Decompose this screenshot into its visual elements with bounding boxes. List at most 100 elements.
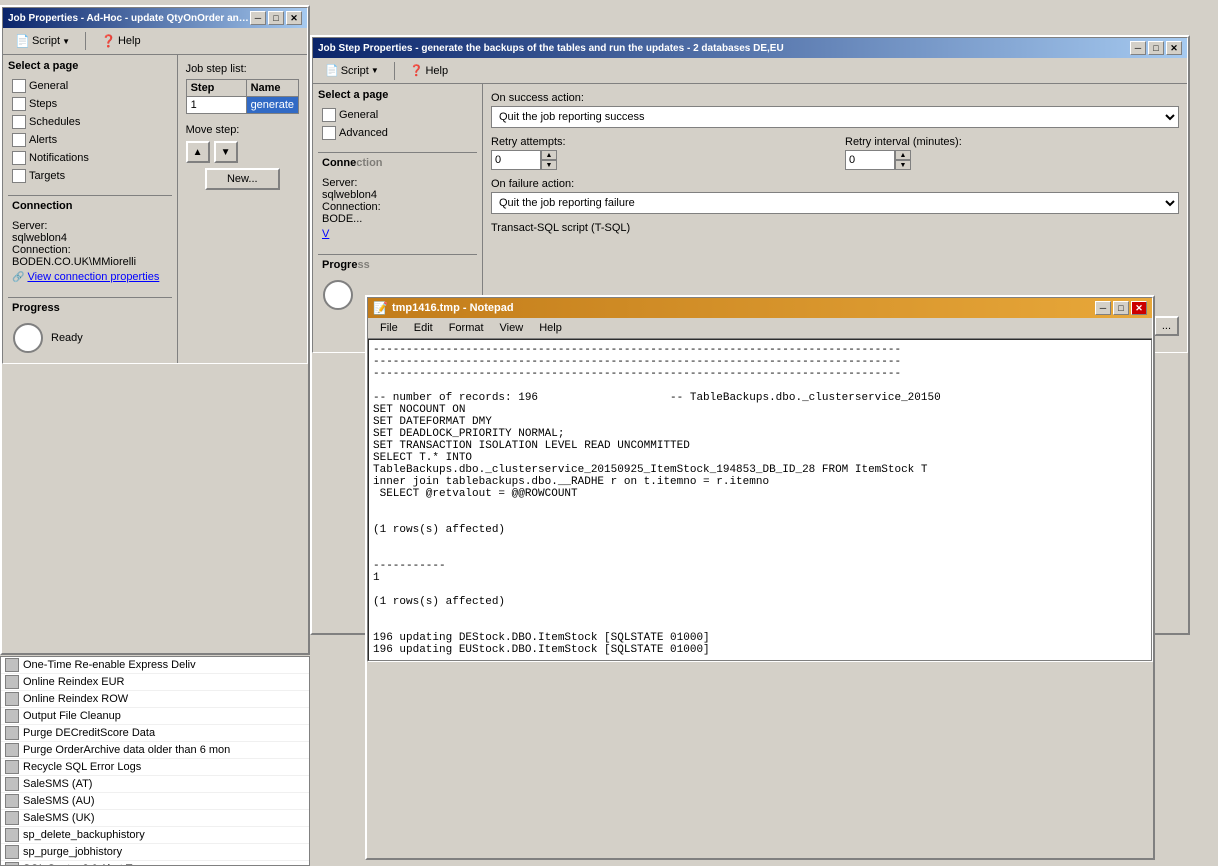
move-down-button[interactable]: ▼ [214, 141, 238, 163]
step-connection-info: Server: sqlweblon4 Connection: BODE... V [318, 173, 477, 244]
job-step-title-buttons: ─ □ ✕ [1130, 41, 1182, 55]
list-item-6[interactable]: Recycle SQL Error Logs [1, 759, 309, 776]
notepad-menu-help[interactable]: Help [531, 320, 570, 336]
retry-interval-down[interactable]: ▼ [895, 160, 911, 170]
retry-row: Retry attempts: 0 ▲ ▼ Retry interval (mi… [491, 136, 1179, 170]
sidebar-item-targets[interactable]: Targets [8, 167, 172, 185]
job-props-title-buttons: ─ □ ✕ [250, 11, 302, 25]
bottom-list: One-Time Re-enable Express Deliv Online … [0, 656, 310, 866]
retry-attempts-spinner-btns: ▲ ▼ [541, 150, 557, 170]
sidebar-item-general[interactable]: General [8, 77, 172, 95]
step-progress-header: Progress [318, 254, 477, 275]
list-item-11[interactable]: sp_purge_jobhistory [1, 844, 309, 861]
retry-attempts-down[interactable]: ▼ [541, 160, 557, 170]
step-sidebar-general[interactable]: General [318, 106, 477, 124]
list-item-12[interactable]: SQL Sentry 2.0 Alert Trap [1, 861, 309, 866]
list-item-7[interactable]: SaleSMS (AT) [1, 776, 309, 793]
progress-indicator [13, 323, 43, 353]
move-step-buttons: ▲ ▼ [186, 141, 299, 163]
job-props-right-content: Job step list: Step Name 1 generate Move… [178, 55, 307, 363]
list-item-8[interactable]: SaleSMS (AU) [1, 793, 309, 810]
step-row-1[interactable]: 1 generate [186, 97, 299, 114]
step-col-step-header: Step [187, 80, 247, 96]
list-item-icon-12 [5, 862, 19, 866]
list-item-4[interactable]: Purge DECreditScore Data [1, 725, 309, 742]
step-general-icon [322, 108, 336, 122]
connection-section-header: Connection [8, 195, 172, 216]
job-props-close[interactable]: ✕ [286, 11, 302, 25]
move-step-label: Move step: [186, 124, 299, 136]
job-step-close[interactable]: ✕ [1166, 41, 1182, 55]
job-step-minimize[interactable]: ─ [1130, 41, 1146, 55]
job-step-script-button[interactable]: 📄 Script ▼ [318, 61, 386, 80]
job-props-minimize[interactable]: ─ [250, 11, 266, 25]
list-item-icon-3 [5, 709, 19, 723]
step-list-header: Step Name [186, 79, 299, 97]
step-view-connection-link[interactable]: V [322, 228, 329, 240]
job-props-script-button[interactable]: 📄 Script ▼ [8, 31, 77, 51]
progress-status: Ready [51, 332, 83, 344]
step-sidebar-advanced[interactable]: Advanced [318, 124, 477, 142]
list-item-icon-5 [5, 743, 19, 757]
list-item-icon-6 [5, 760, 19, 774]
job-step-help-button[interactable]: ❓ Help [403, 61, 455, 80]
on-success-label: On success action: [491, 92, 1179, 104]
on-success-group: On success action: Quit the job reportin… [491, 92, 1179, 128]
notepad-menu-file[interactable]: File [372, 320, 406, 336]
retry-interval-spinner-btns: ▲ ▼ [895, 150, 911, 170]
on-failure-group: On failure action: Quit the job reportin… [491, 178, 1179, 214]
list-item-9[interactable]: SaleSMS (UK) [1, 810, 309, 827]
sidebar-item-steps[interactable]: Steps [8, 95, 172, 113]
retry-attempts-spinner: 0 ▲ ▼ [491, 150, 825, 170]
list-item-icon-1 [5, 675, 19, 689]
list-item-icon-10 [5, 828, 19, 842]
new-step-button[interactable]: New... [205, 168, 280, 190]
list-item-icon-7 [5, 777, 19, 791]
list-item-2[interactable]: Online Reindex ROW [1, 691, 309, 708]
notepad-menu-format[interactable]: Format [441, 320, 492, 336]
list-item-0[interactable]: One-Time Re-enable Express Deliv [1, 657, 309, 674]
list-item-5[interactable]: Purge OrderArchive data older than 6 mon [1, 742, 309, 759]
on-success-select[interactable]: Quit the job reporting success [491, 106, 1179, 128]
job-props-window: Job Properties - Ad-Hoc - update QtyOnOr… [0, 5, 310, 655]
general-icon [12, 79, 26, 93]
retry-attempts-up[interactable]: ▲ [541, 150, 557, 160]
connection-info: Server: sqlweblon4 Connection: BODEN.CO.… [8, 216, 172, 287]
notepad-menu-view[interactable]: View [492, 320, 532, 336]
job-props-help-button[interactable]: ❓ Help [94, 31, 148, 51]
output-file-browse[interactable]: ... [1154, 316, 1179, 336]
steps-icon [12, 97, 26, 111]
notepad-close[interactable]: ✕ [1131, 301, 1147, 315]
view-connection-link[interactable]: View connection properties [27, 271, 159, 283]
on-failure-select[interactable]: Quit the job reporting failure [491, 192, 1179, 214]
notepad-minimize[interactable]: ─ [1095, 301, 1111, 315]
job-props-sidebar: Select a page General Steps Schedules Al… [3, 55, 178, 363]
list-item-icon-2 [5, 692, 19, 706]
list-item-3[interactable]: Output File Cleanup [1, 708, 309, 725]
connection-label: Connection: [12, 244, 168, 256]
step-conn-label: Connection: [322, 201, 473, 213]
sidebar-item-schedules[interactable]: Schedules [8, 113, 172, 131]
list-item-icon-9 [5, 811, 19, 825]
retry-interval-up[interactable]: ▲ [895, 150, 911, 160]
move-up-button[interactable]: ▲ [186, 141, 210, 163]
job-step-maximize[interactable]: □ [1148, 41, 1164, 55]
job-props-title-bar: Job Properties - Ad-Hoc - update QtyOnOr… [3, 8, 307, 28]
retry-interval-label: Retry interval (minutes): [845, 136, 1179, 148]
list-item-10[interactable]: sp_delete_backuphistory [1, 827, 309, 844]
notepad-menu-edit[interactable]: Edit [406, 320, 441, 336]
notepad-maximize[interactable]: □ [1113, 301, 1129, 315]
retry-attempts-input[interactable]: 0 [491, 150, 541, 170]
list-item-1[interactable]: Online Reindex EUR [1, 674, 309, 691]
targets-icon [12, 169, 26, 183]
script-dropdown-icon: ▼ [62, 37, 70, 46]
retry-interval-input[interactable] [845, 150, 895, 170]
step-list-label: Job step list: [186, 63, 299, 75]
tsql-group: Transact-SQL script (T-SQL) [491, 222, 1179, 242]
sidebar-item-alerts[interactable]: Alerts [8, 131, 172, 149]
on-failure-label: On failure action: [491, 178, 1179, 190]
job-props-content: Select a page General Steps Schedules Al… [3, 55, 307, 363]
notepad-content-area[interactable]: ----------------------------------------… [368, 339, 1152, 661]
sidebar-item-notifications[interactable]: Notifications [8, 149, 172, 167]
job-props-maximize[interactable]: □ [268, 11, 284, 25]
